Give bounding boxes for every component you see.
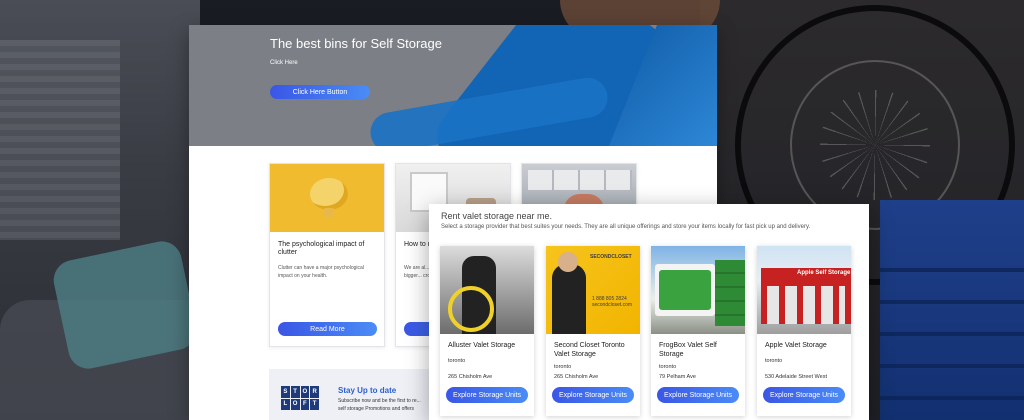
blog-card-title: The psychological impact of clutter	[278, 241, 365, 257]
provider-card: FrogBox Valet Self Storage toronto 79 Pe…	[651, 246, 745, 416]
blog-card-image	[270, 164, 384, 232]
provider-card: Alluster Valet Storage toronto 265 Chish…	[440, 246, 534, 416]
provider-photo-person	[552, 264, 586, 334]
explore-storage-units-button[interactable]: Explore Storage Units	[446, 387, 528, 403]
provider-address: 265 Chisholm Ave	[554, 374, 599, 380]
provider-card: SECONDCLOSET 1 888 805 2824 secondcloset…	[546, 246, 640, 416]
kitchen-cabinets-image	[528, 170, 632, 190]
explore-storage-units-button[interactable]: Explore Storage Units	[552, 387, 634, 403]
logo-letter: S	[281, 386, 290, 398]
hero-banner: The best bins for Self Storage Click Her…	[189, 25, 717, 146]
provider-address: 79 Pelham Ave	[659, 374, 696, 380]
provider-image: SECONDCLOSET 1 888 805 2824 secondcloset…	[546, 246, 640, 334]
logo-letter: T	[290, 386, 300, 398]
bicycle-spokes	[820, 90, 930, 200]
blue-storage-bin-ridges	[880, 240, 1024, 420]
logo-letter: F	[300, 398, 310, 410]
brain-icon	[310, 178, 348, 210]
logo-letter: O	[290, 398, 300, 410]
secondcloset-sign: SECONDCLOSET	[590, 254, 632, 260]
provider-city: toronto	[659, 364, 677, 370]
provider-name: FrogBox Valet Self Storage	[659, 342, 717, 358]
newsletter-text: Subscribe now and be the first to re... …	[338, 398, 421, 412]
provider-name: Alluster Valet Storage	[448, 342, 516, 349]
provider-name: Second Closet Toronto Valet Storage	[554, 342, 625, 358]
read-more-button[interactable]: Read More	[278, 322, 377, 336]
explore-storage-units-button[interactable]: Explore Storage Units	[763, 387, 845, 403]
hero-cta-button[interactable]: Click Here Button	[270, 85, 370, 99]
hero-click-here-link[interactable]: Click Here	[270, 60, 298, 66]
explore-storage-units-button[interactable]: Explore Storage Units	[657, 387, 739, 403]
frogbox-truck-wrap	[659, 270, 711, 310]
valet-storage-panel: Rent valet storage near me. Select a sto…	[429, 204, 869, 420]
logo-letter: L	[281, 398, 290, 410]
hero-title: The best bins for Self Storage	[270, 36, 442, 51]
bicycle-wheel-image	[448, 286, 494, 332]
provider-city: toronto	[765, 358, 783, 364]
brain-stem-icon	[324, 208, 334, 218]
secondcloset-phone: 1 888 805 2824 secondcloset.com	[592, 296, 633, 308]
blog-card-excerpt: Clutter can have a major psychological i…	[278, 265, 364, 279]
provider-address: 265 Chisholm Ave	[448, 374, 493, 380]
logo-letter: T	[310, 398, 319, 410]
provider-address: 530 Adelaide Street West	[765, 374, 827, 380]
provider-name: Apple Valet Storage	[765, 342, 827, 349]
background-window-blinds	[0, 40, 120, 240]
blog-card: The psychological impact of clutter Clut…	[269, 163, 385, 347]
panel-subtitle: Select a storage provider that best suit…	[441, 224, 811, 230]
provider-image	[440, 246, 534, 334]
provider-image: Apple Self Storage	[757, 246, 851, 334]
frogbox-stacked-boxes	[715, 260, 745, 326]
provider-image	[651, 246, 745, 334]
logo-letter: O	[300, 386, 310, 398]
newsletter-title: Stay Up to date	[338, 386, 397, 395]
provider-city: toronto	[448, 358, 466, 364]
storloft-logo: S T O R L O F T	[281, 386, 319, 410]
apple-storage-sign: Apple Self Storage	[797, 270, 851, 276]
provider-card: Apple Self Storage Apple Valet Storage t…	[757, 246, 851, 416]
apple-storage-doors	[767, 286, 845, 324]
logo-letter: R	[310, 386, 319, 398]
panel-title: Rent valet storage near me.	[441, 211, 553, 221]
provider-photo-head	[558, 252, 578, 272]
provider-city: toronto	[554, 364, 572, 370]
